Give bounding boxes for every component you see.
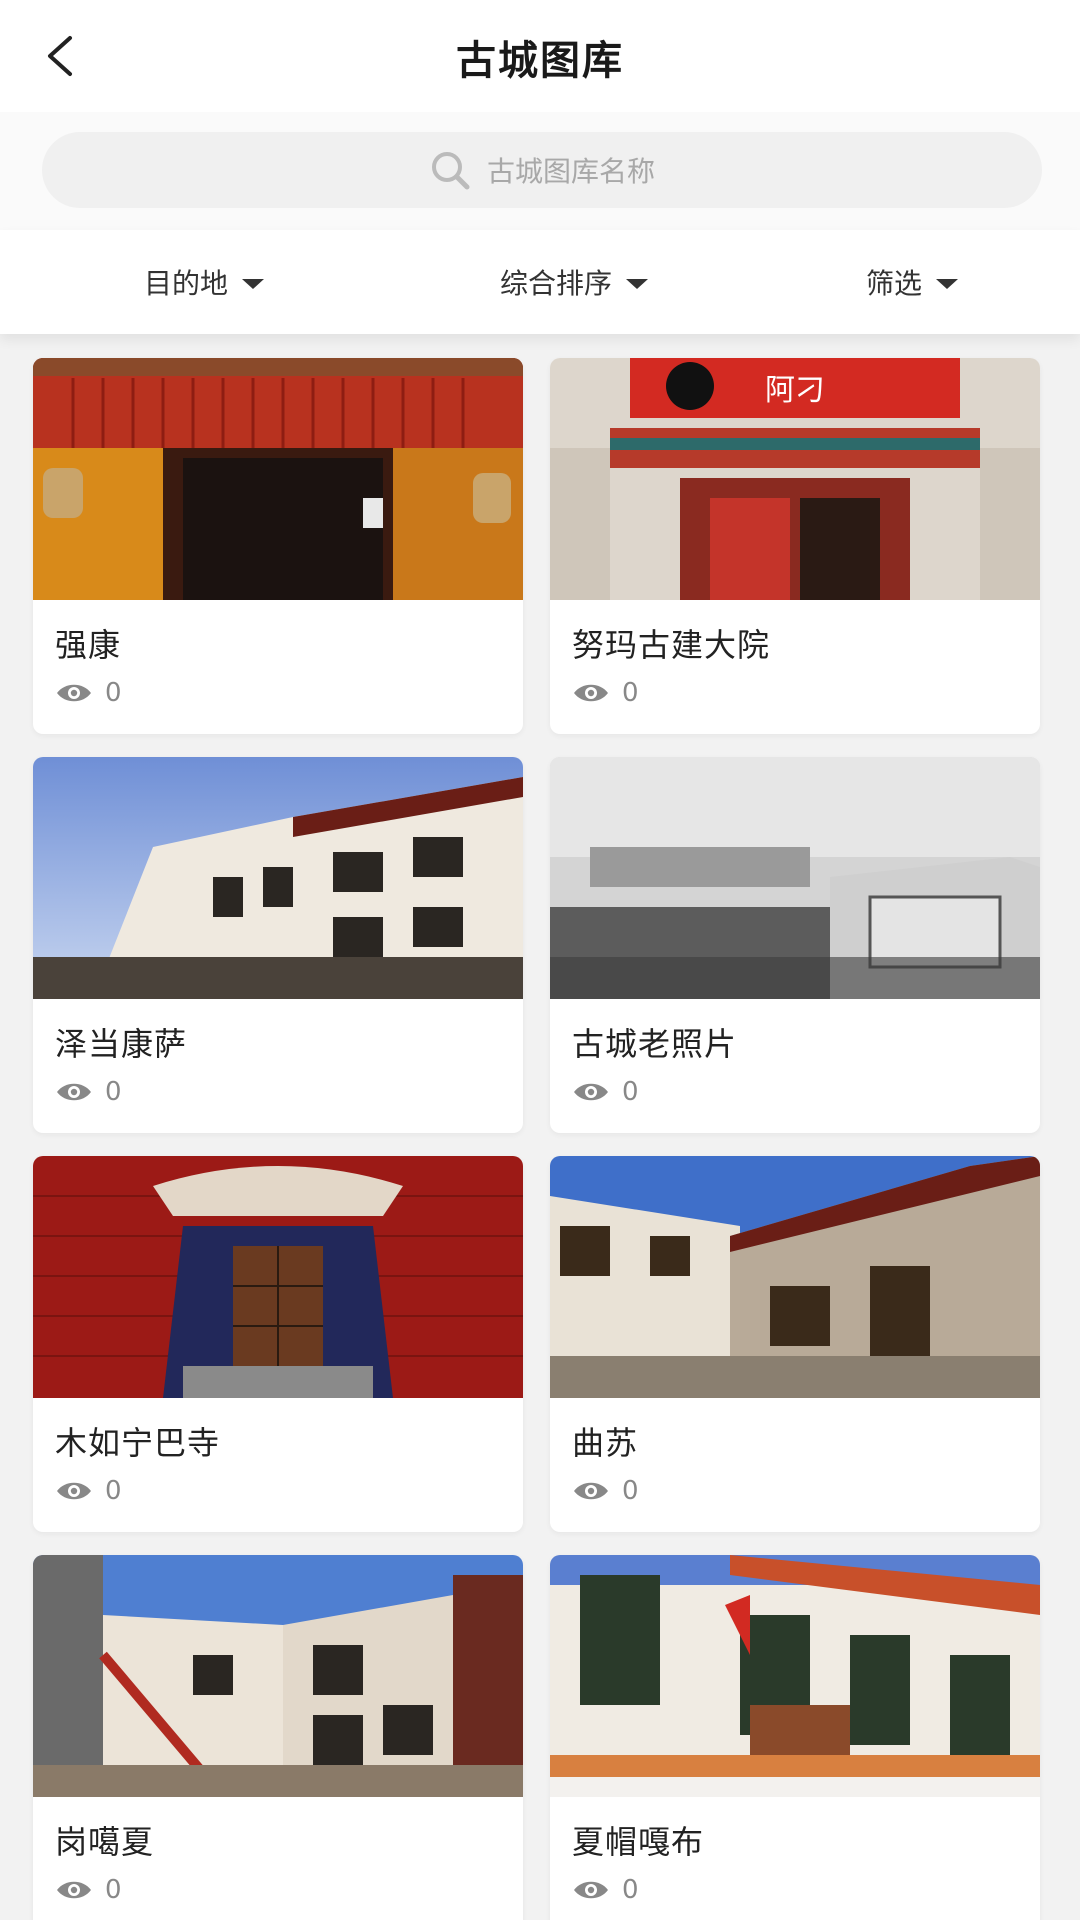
sign-text: 阿刁 [765, 373, 825, 408]
search-placeholder: 古城图库名称 [486, 155, 655, 188]
search-area: 古城图库名称 [0, 112, 1080, 230]
card-photo [550, 1555, 1040, 1797]
card-title: 古城老照片 [572, 1025, 738, 1063]
filter-sort-label: 综合排序 [500, 267, 613, 300]
card-title: 努玛古建大院 [572, 626, 771, 664]
eye-icon [574, 1083, 608, 1101]
view-count: 0 [55, 1476, 122, 1506]
gallery-card[interactable]: 曲苏 0 [550, 1156, 1040, 1532]
filter-screen-label: 筛选 [866, 267, 923, 300]
eye-icon [57, 1083, 91, 1101]
gallery-card[interactable]: 古城老照片 0 [550, 757, 1040, 1133]
filter-destination[interactable]: 目的地 [144, 230, 265, 334]
eye-icon [574, 1881, 608, 1899]
view-count: 0 [55, 1077, 122, 1107]
view-count-value: 0 [622, 1077, 639, 1107]
filter-sort[interactable]: 综合排序 [500, 230, 649, 334]
gallery-card[interactable]: 阿刁 努玛古建大院 0 [550, 358, 1040, 734]
card-photo [33, 757, 523, 999]
view-count: 0 [572, 1476, 639, 1506]
card-title: 夏帽嘎布 [572, 1823, 705, 1861]
view-count: 0 [572, 1875, 639, 1905]
card-title: 木如宁巴寺 [55, 1424, 221, 1462]
view-count: 0 [55, 1875, 122, 1905]
card-title: 泽当康萨 [55, 1025, 188, 1063]
view-count-value: 0 [105, 678, 122, 708]
search-icon [431, 152, 470, 190]
view-count: 0 [572, 678, 639, 708]
app-header: 古城图库 [0, 0, 1080, 112]
gallery-card[interactable]: 泽当康萨 0 [33, 757, 523, 1133]
card-title: 岗噶夏 [55, 1823, 155, 1861]
filter-screen[interactable]: 筛选 [866, 230, 959, 334]
view-count-value: 0 [105, 1077, 122, 1107]
view-count-value: 0 [622, 1476, 639, 1506]
caret-down-icon [242, 279, 265, 289]
card-photo [33, 358, 523, 600]
eye-icon [574, 1482, 608, 1500]
filter-destination-label: 目的地 [144, 267, 229, 300]
view-count-value: 0 [622, 678, 639, 708]
caret-down-icon [626, 279, 649, 289]
gallery-card[interactable]: 岗噶夏 0 [33, 1555, 523, 1920]
card-photo: 阿刁 [550, 358, 1040, 600]
gallery-card[interactable]: 夏帽嘎布 0 [550, 1555, 1040, 1920]
card-title: 强康 [55, 626, 122, 664]
search-input[interactable]: 古城图库名称 [42, 132, 1042, 208]
card-photo [33, 1555, 523, 1797]
eye-icon [57, 1881, 91, 1899]
card-photo [33, 1156, 523, 1398]
gallery-card[interactable]: 强康 0 [33, 358, 523, 734]
gallery-grid: 强康 0 阿刁 努玛古建大院 0 泽当康萨 0 古城老照片 0 木如宁巴寺 0 … [0, 334, 1080, 1920]
eye-icon [57, 684, 91, 702]
eye-icon [57, 1482, 91, 1500]
card-photo [550, 1156, 1040, 1398]
card-title: 曲苏 [572, 1424, 639, 1462]
view-count: 0 [572, 1077, 639, 1107]
view-count: 0 [55, 678, 122, 708]
filter-bar: 目的地 综合排序 筛选 [0, 230, 1080, 334]
gallery-card[interactable]: 木如宁巴寺 0 [33, 1156, 523, 1532]
view-count-value: 0 [105, 1875, 122, 1905]
view-count-value: 0 [622, 1875, 639, 1905]
eye-icon [574, 684, 608, 702]
view-count-value: 0 [105, 1476, 122, 1506]
card-photo [550, 757, 1040, 999]
page-title: 古城图库 [456, 38, 624, 84]
caret-down-icon [936, 279, 959, 289]
